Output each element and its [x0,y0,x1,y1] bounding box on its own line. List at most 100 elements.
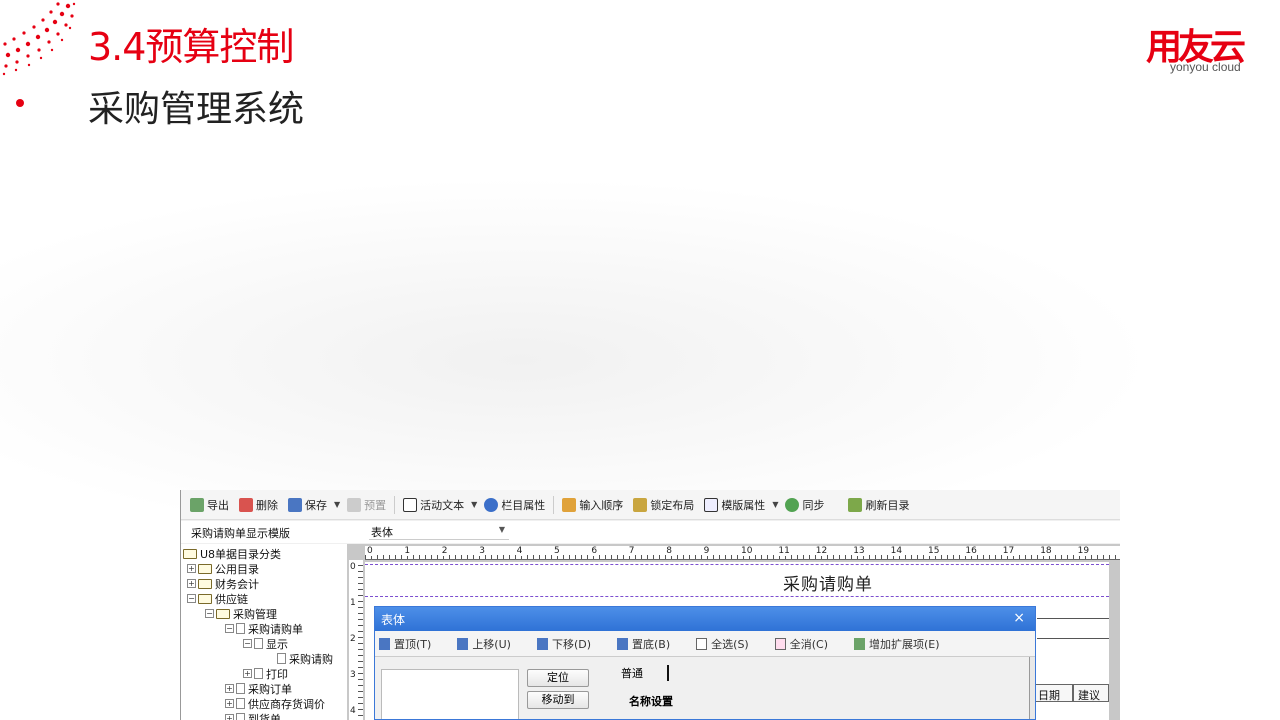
lock-layout-button[interactable]: 锁定布局 [628,494,699,516]
field-line [1037,618,1109,619]
document-icon [236,683,245,694]
tree-item[interactable]: + 供应商存货调价 [225,696,325,711]
close-icon[interactable]: × [1013,610,1025,626]
bullet-icon [16,99,24,107]
decorative-dots-icon [2,2,76,76]
field-line [1037,638,1109,639]
preset-icon [347,497,362,512]
order-icon [562,497,577,512]
tree-item[interactable]: − 供应链 [187,591,248,606]
sync-button[interactable]: 同步 [780,494,829,516]
main-toolbar: 导出 删除 保存 ▼ 预置 活动文本 ▼ 栏目属性 输入顺序 锁定布局 模版属性… [181,490,1120,520]
tree-item[interactable]: + 财务会计 [187,576,259,591]
tree-item[interactable]: + 到货单 [225,711,281,720]
ruler-number: 13 [853,546,865,556]
document-icon [277,653,286,664]
move-to-button[interactable]: 移动到 [527,691,589,709]
expand-icon[interactable]: + [225,714,234,720]
text-caret [667,665,669,681]
table-body-dialog: 表体 × 置顶(T) 上移(U) 下移(D) 置底(B) 全选(S) 全消(C)… [374,606,1036,720]
folder-icon [183,548,197,559]
column-header[interactable]: 建议 [1073,684,1109,702]
collapse-icon[interactable]: − [187,594,196,603]
select-all-icon [696,637,708,650]
export-icon [190,497,204,512]
folder-icon [216,608,230,619]
ruler-number: 4 [350,706,356,716]
template-props-button[interactable]: 模版属性 [699,494,770,516]
tree-item[interactable]: + 采购订单 [225,681,292,696]
common-tab-label[interactable]: 普通 [621,665,643,681]
ruler-number: 19 [1077,546,1090,556]
expand-icon[interactable]: + [243,669,252,678]
tree-item[interactable]: U8单据目录分类 [183,546,281,561]
dialog-scrollbar[interactable] [1029,657,1035,719]
section-divider [365,596,1109,597]
export-button[interactable]: 导出 [185,494,234,516]
save-dropdown-icon[interactable]: ▼ [334,500,340,509]
column-props-button[interactable]: 栏目属性 [479,494,550,516]
input-order-button[interactable]: 输入顺序 [557,494,628,516]
deselect-all-button[interactable]: 全消(C) [774,636,828,652]
section-divider [365,564,1109,565]
expand-icon[interactable]: + [225,684,234,693]
section-select[interactable]: 表体 ▼ [369,522,509,540]
dialog-body: 定位 移动到 普通 名称设置 [375,657,1035,719]
ruler-number: 12 [815,546,828,556]
refresh-directory-button[interactable]: 刷新目录 [843,494,914,516]
slide-title: 3.4预算控制 [88,25,294,69]
expand-icon[interactable]: + [225,699,234,708]
save-icon [288,497,302,512]
ruler-number: 3 [350,670,356,680]
ruler-number: 0 [367,546,373,556]
document-icon [236,698,245,709]
preset-button[interactable]: 预置 [342,494,391,516]
bullet-text: 采购管理系统 [88,89,305,130]
move-top-button[interactable]: 置顶(T) [379,636,431,652]
move-up-button[interactable]: 上移(U) [457,636,511,652]
active-text-button[interactable]: 活动文本 [398,494,469,516]
tree-item[interactable]: − 采购管理 [205,606,277,621]
tree-item[interactable]: + 打印 [243,666,288,681]
chevron-down-icon: ▼ [498,525,505,534]
move-down-button[interactable]: 下移(D) [536,636,591,652]
up-icon [457,637,469,650]
locate-button[interactable]: 定位 [527,669,589,687]
field-list[interactable] [381,669,519,719]
sync-icon [785,497,800,512]
template-name[interactable]: 采购请购单显示模版 [191,525,290,541]
template-props-icon [704,497,719,512]
collapse-icon[interactable]: − [243,639,252,648]
select-all-button[interactable]: 全选(S) [696,636,749,652]
expand-icon[interactable]: + [187,579,196,588]
add-extension-button[interactable]: 增加扩展项(E) [854,636,940,652]
template-selector-bar: 采购请购单显示模版 表体 ▼ [181,521,1120,543]
document-title[interactable]: 采购请购单 [783,570,873,595]
ruler-number: 7 [628,546,635,556]
tree-item-selected[interactable]: 采购请购 [277,651,333,666]
folder-icon [198,593,212,604]
document-icon [236,623,245,634]
tree-item[interactable]: + 公用目录 [187,561,259,576]
ruler-number: 3 [479,546,485,556]
save-button[interactable]: 保存 [283,494,332,516]
ruler-number: 14 [890,546,903,556]
collapse-icon[interactable]: − [225,624,234,633]
text-icon [403,497,418,512]
move-bottom-button[interactable]: 置底(B) [617,636,670,652]
expand-icon[interactable]: + [187,564,196,573]
active-text-dropdown-icon[interactable]: ▼ [471,500,477,509]
ruler-number: 2 [350,634,356,644]
add-ext-icon [854,637,865,650]
delete-button[interactable]: 删除 [234,494,283,516]
ruler-number: 18 [1040,546,1052,556]
ruler-number: 6 [591,546,598,556]
template-props-dropdown-icon[interactable]: ▼ [772,500,778,509]
ruler-number: 2 [441,546,448,556]
tree-item[interactable]: − 采购请购单 [225,621,303,636]
column-header[interactable]: 日期 [1033,684,1073,702]
collapse-icon[interactable]: − [205,609,214,618]
ruler-number: 10 [741,546,753,556]
directory-tree: U8单据目录分类 + 公用目录 + 财务会计 − 供应链 − 采购管理 − 采购请购单 −… [181,544,347,720]
tree-item[interactable]: − 显示 [243,636,288,651]
